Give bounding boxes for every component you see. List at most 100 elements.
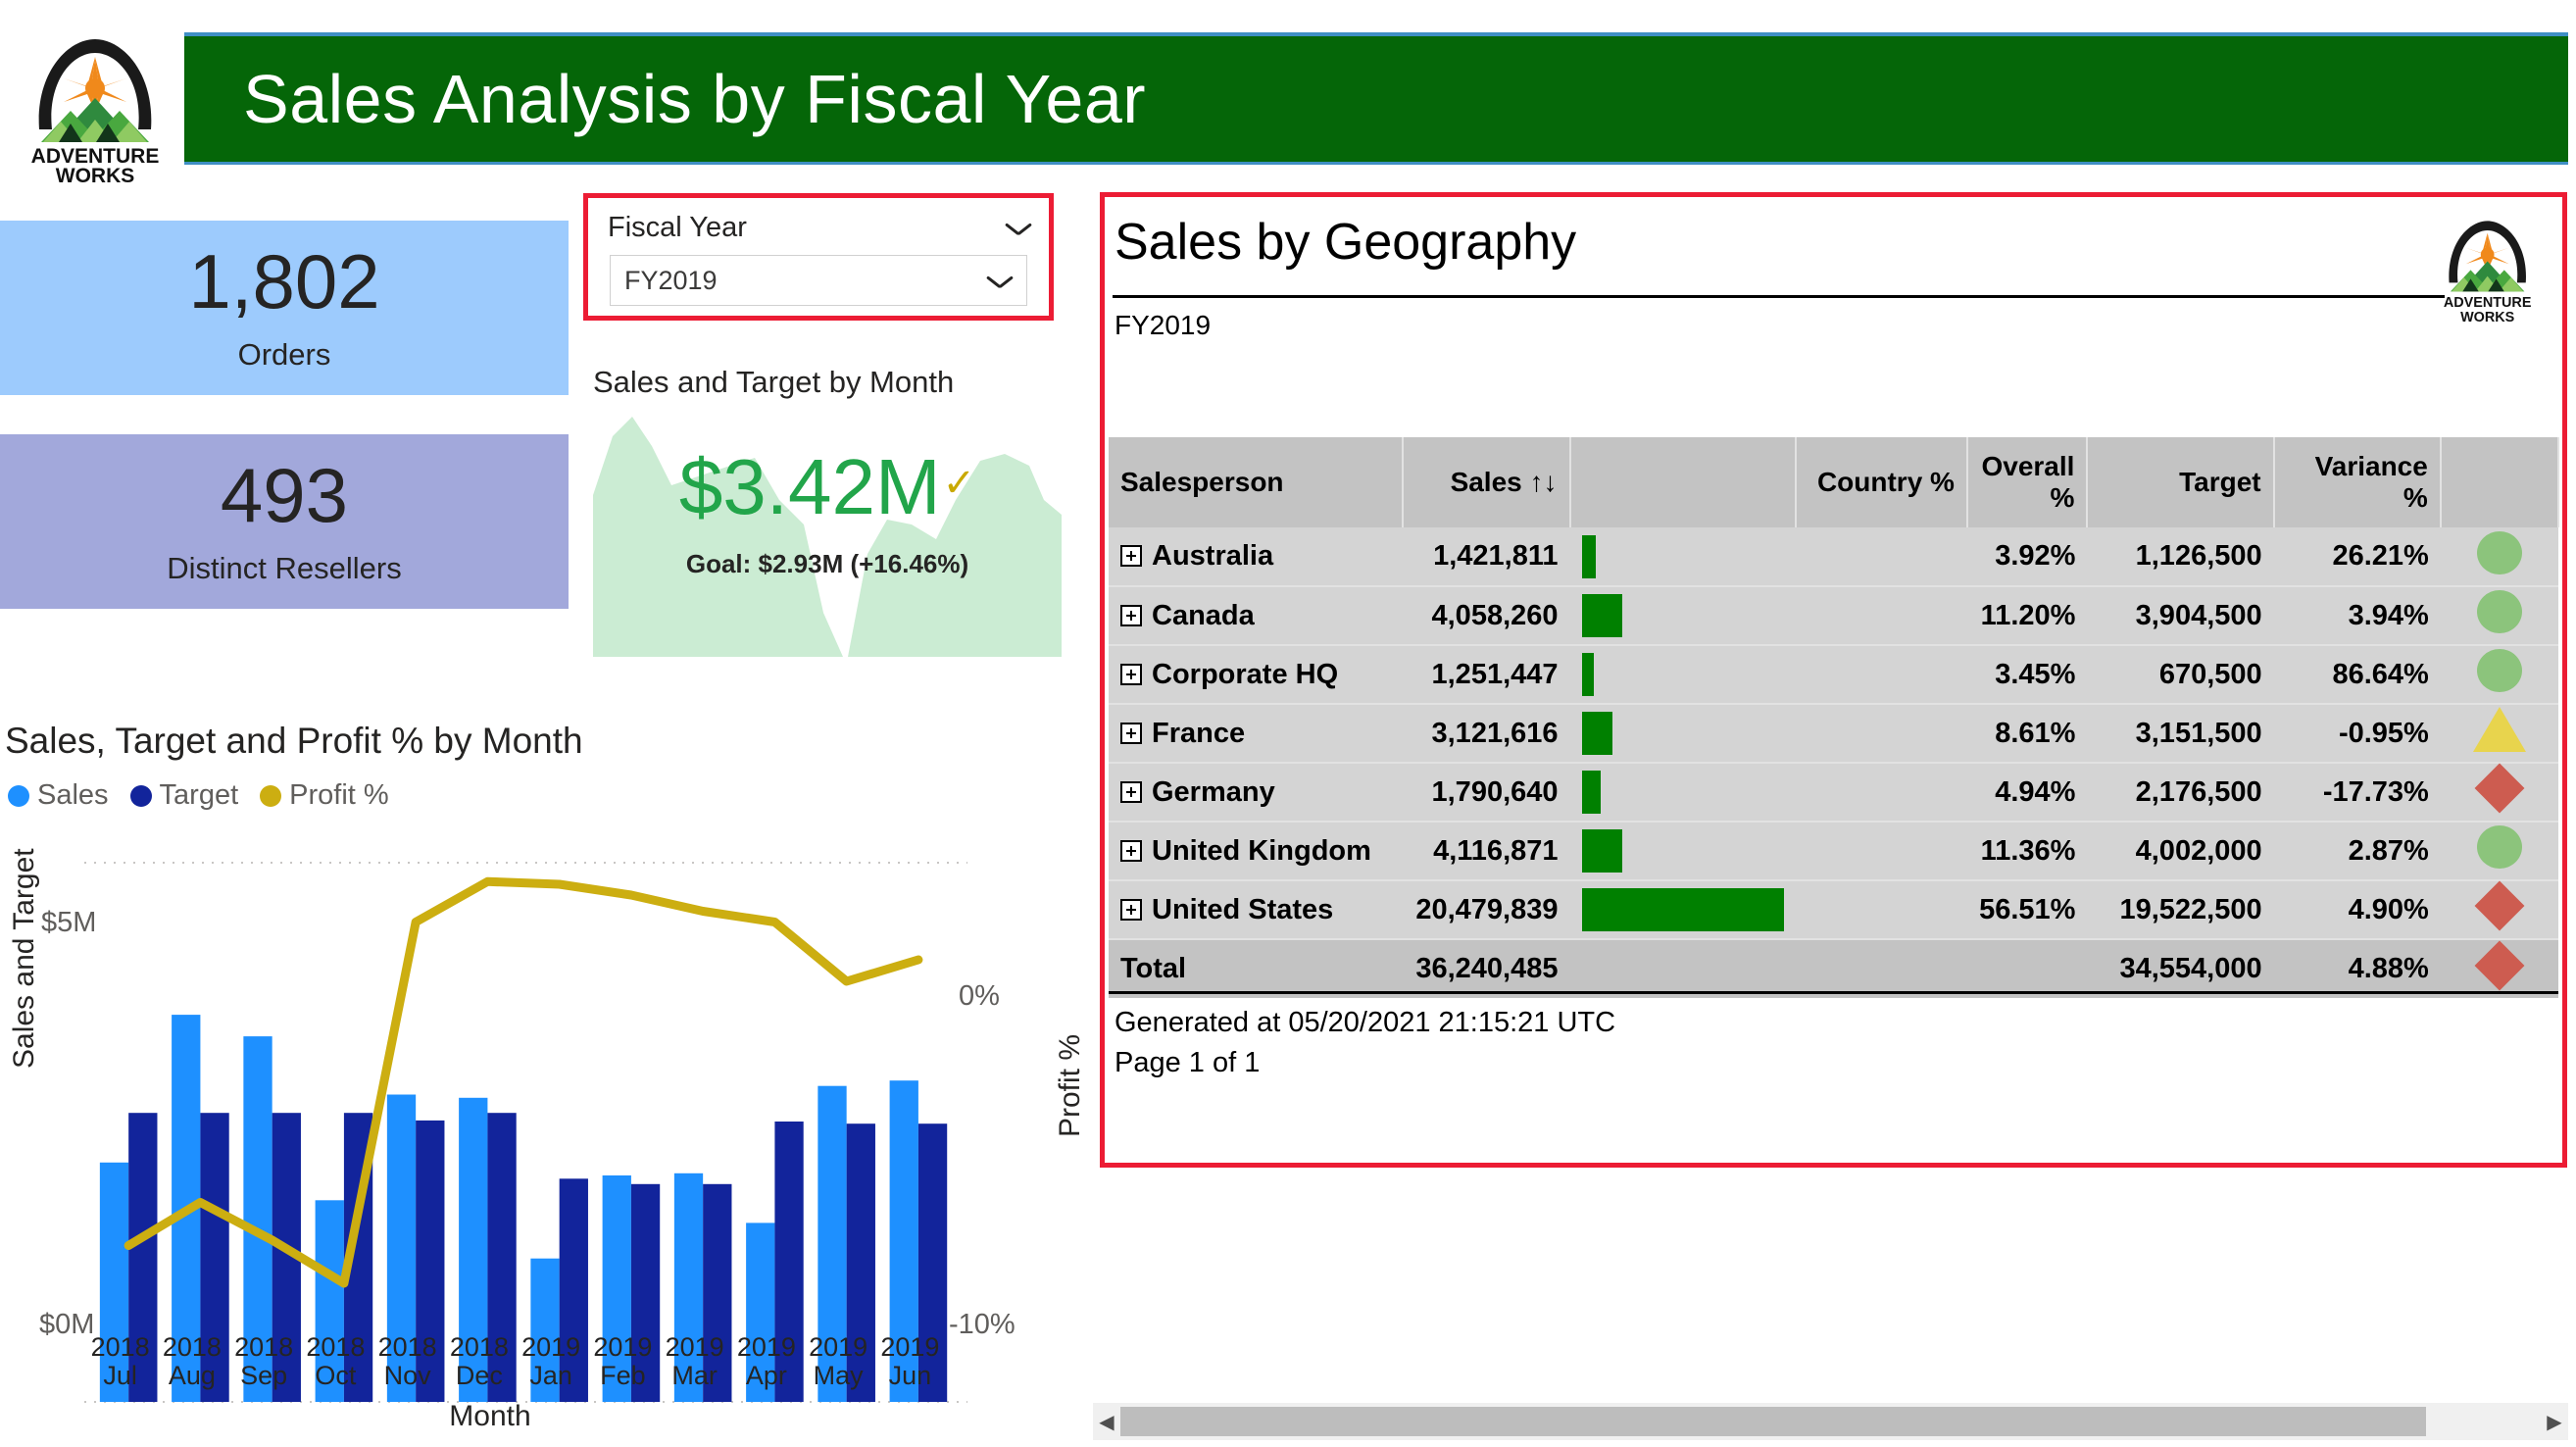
slicer-dropdown[interactable]: FY2019 — [610, 255, 1027, 306]
column-header-salesperson[interactable]: Salesperson — [1109, 437, 1405, 527]
y2-axis-label: Profit % — [1054, 1033, 1086, 1137]
legend-item-profit[interactable]: Profit % — [260, 779, 389, 812]
table-row[interactable]: United Kingdom 4,116,871 11.36% 4,002,000 2.… — [1109, 822, 2558, 881]
table-row[interactable]: Australia 1,421,811 3.92% 1,126,500 26.21% — [1109, 527, 2558, 587]
cell-salesperson[interactable]: Corporate HQ — [1109, 645, 1404, 705]
cell-target: 34,554,000 — [2087, 938, 2274, 998]
cell-status-indicator — [2440, 586, 2558, 646]
expand-plus-icon[interactable] — [1120, 780, 1142, 803]
column-header-target[interactable]: Target — [2087, 437, 2275, 527]
sort-arrows-icon[interactable]: ↑↓ — [1530, 467, 1558, 497]
x-axis-tick-year: 2018 — [377, 1332, 437, 1362]
cell-salesperson[interactable]: United States — [1109, 880, 1404, 940]
cell-salesperson-label: Corporate HQ — [1152, 658, 1339, 690]
expand-plus-icon[interactable] — [1120, 898, 1142, 921]
cell-status-indicator — [2440, 880, 2558, 940]
expand-plus-icon[interactable] — [1120, 722, 1142, 744]
cell-status-indicator — [2440, 645, 2558, 705]
x-axis-tick-year: 2019 — [736, 1332, 796, 1362]
cell-salesperson[interactable]: Australia — [1109, 527, 1404, 587]
cell-sales: 1,251,447 — [1403, 645, 1570, 705]
cell-variance-pct: 26.21% — [2273, 527, 2441, 587]
cell-sales-databar — [1569, 527, 1796, 587]
legend-item-sales[interactable]: Sales — [8, 779, 109, 812]
column-header-variance-pct[interactable]: Variance % — [2273, 437, 2442, 527]
kpi-card-orders[interactable]: 1,802 Orders — [0, 221, 569, 395]
table-row[interactable]: France 3,121,616 8.61% 3,151,500 -0.95% — [1109, 704, 2558, 764]
chevron-down-icon[interactable] — [1006, 221, 1031, 235]
table-row[interactable]: United States 20,479,839 56.51% 19,522,500 4… — [1109, 880, 2558, 940]
x-axis-tick: 2019 May — [803, 1332, 874, 1390]
cell-variance-pct: 4.90% — [2273, 880, 2441, 940]
x-axis-tick-month: Aug — [168, 1361, 216, 1391]
status-indicator-diamond-red — [2474, 940, 2525, 990]
fiscal-year-slicer[interactable]: Fiscal Year FY2019 — [583, 193, 1054, 321]
cell-salesperson[interactable]: France — [1109, 704, 1404, 764]
table-total-row[interactable]: Total 36,240,485 34,554,000 4.88% — [1109, 938, 2558, 998]
table-row[interactable]: Corporate HQ 1,251,447 3.45% 670,500 86.64% — [1109, 645, 2558, 705]
cell-sales: 4,116,871 — [1403, 822, 1570, 881]
cell-overall-pct: 4.94% — [1966, 763, 2088, 823]
x-axis-tick: 2018 Dec — [443, 1332, 515, 1390]
report-footer-page: Page 1 of 1 — [1115, 1047, 1261, 1079]
sales-by-geography-panel[interactable]: Sales by Geography FY2019 ADVENTURE WORK… — [1100, 192, 2567, 1168]
chevron-left-icon[interactable]: ◀ — [1093, 1403, 1120, 1440]
kpi-card-resellers[interactable]: 493 Distinct Resellers — [0, 434, 569, 609]
x-axis-tick: 2018 Aug — [156, 1332, 227, 1391]
combo-chart-legend[interactable]: Sales Target Profit % — [8, 779, 389, 812]
x-axis-tick: 2018 Jul — [84, 1332, 156, 1390]
cell-salesperson[interactable]: United Kingdom — [1109, 822, 1404, 881]
x-axis-tick-year: 2018 — [449, 1332, 509, 1362]
slicer-header[interactable]: Fiscal Year — [608, 212, 1031, 244]
sales-by-geography-table[interactable]: Salesperson Sales ↑↓ Country % Overall %… — [1109, 437, 2560, 998]
horizontal-scrollbar[interactable]: ◀ ▶ — [1093, 1403, 2568, 1440]
cell-status-indicator — [2440, 704, 2558, 764]
table-header: Salesperson Sales ↑↓ Country % Overall %… — [1109, 437, 2560, 527]
x-axis-tick-month: Jun — [888, 1361, 932, 1391]
expand-plus-icon[interactable] — [1120, 839, 1142, 862]
cell-variance-pct: 2.87% — [2273, 822, 2441, 881]
expand-plus-icon[interactable] — [1120, 604, 1142, 626]
report-footer-divider — [1109, 991, 2558, 994]
cell-sales-databar — [1569, 822, 1796, 881]
adventure-works-logo: ADVENTURE WORKS — [2429, 209, 2547, 326]
column-header-indicator[interactable] — [2440, 437, 2560, 527]
chevron-right-icon[interactable]: ▶ — [2541, 1403, 2568, 1440]
column-header-sales-label: Sales — [1450, 467, 1522, 497]
legend-item-target[interactable]: Target — [129, 779, 238, 812]
status-indicator-diamond-red — [2474, 763, 2525, 814]
svg-text:WORKS: WORKS — [2460, 310, 2515, 325]
cell-sales: 3,121,616 — [1403, 704, 1570, 764]
cell-salesperson-label: United States — [1152, 893, 1334, 925]
x-axis-tick: 2018 Oct — [300, 1332, 372, 1390]
scrollbar-thumb[interactable] — [1120, 1407, 2426, 1436]
page-header-bar: Sales Analysis by Fiscal Year — [184, 32, 2568, 165]
cell-salesperson[interactable]: Total — [1109, 938, 1404, 998]
cell-variance-pct: 86.64% — [2273, 645, 2441, 705]
kpi-visual[interactable]: $3.42M✓ Goal: $2.93M (+16.46%) — [593, 407, 1062, 657]
column-header-sales-bar[interactable] — [1569, 437, 1797, 527]
status-indicator-triangle-yellow — [2472, 707, 2526, 752]
kpi-card-orders-label: Orders — [237, 337, 331, 372]
column-header-overall-pct[interactable]: Overall % — [1966, 437, 2089, 527]
cell-variance-pct: -0.95% — [2273, 704, 2441, 764]
expand-plus-icon[interactable] — [1120, 545, 1142, 567]
cell-status-indicator — [2440, 763, 2558, 823]
column-header-sales[interactable]: Sales ↑↓ — [1403, 437, 1571, 527]
cell-sales: 36,240,485 — [1403, 938, 1570, 998]
dashboard-root: ADVENTURE WORKS Sales Analysis by Fiscal… — [0, 0, 2576, 1447]
table-row[interactable]: Germany 1,790,640 4.94% 2,176,500 -17.73% — [1109, 763, 2558, 823]
report-footer: Generated at 05/20/2021 21:15:21 UTC Pag… — [1115, 1003, 1615, 1083]
chevron-down-icon[interactable] — [987, 274, 1013, 288]
cell-salesperson[interactable]: Germany — [1109, 763, 1404, 823]
column-header-country-pct[interactable]: Country % — [1795, 437, 1968, 527]
cell-salesperson[interactable]: Canada — [1109, 586, 1404, 646]
databar-sales — [1581, 534, 1596, 578]
cell-variance-pct: -17.73% — [2273, 763, 2441, 823]
cell-country-pct — [1795, 938, 1967, 998]
table-row[interactable]: Canada 4,058,260 11.20% 3,904,500 3.94% — [1109, 586, 2558, 646]
x-axis-tick-year: 2018 — [234, 1332, 294, 1362]
x-axis-tick: 2019 Jun — [874, 1332, 946, 1391]
expand-plus-icon[interactable] — [1120, 663, 1142, 685]
legend-label-profit: Profit % — [289, 779, 389, 811]
